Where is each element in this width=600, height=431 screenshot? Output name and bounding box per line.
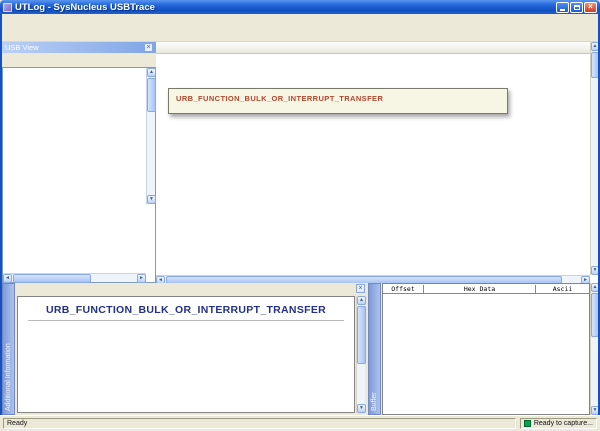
- log-table-panel: ▲ ▼ ◄ ►: [156, 42, 598, 283]
- status-ready: Ready: [3, 418, 516, 429]
- usb-view-caption: USB View ×: [2, 42, 156, 53]
- title-divider: [28, 320, 344, 321]
- title-bar[interactable]: UTLog - SysNucleus USBTrace ×: [0, 0, 600, 14]
- tree-vertical-scrollbar[interactable]: ▲ ▼: [146, 68, 155, 204]
- usb-view-close-icon[interactable]: ×: [144, 43, 153, 52]
- window-title: UTLog - SysNucleus USBTrace: [12, 2, 555, 13]
- toolbar: [2, 26, 598, 42]
- info-vertical-scrollbar[interactable]: ▲ ▼: [356, 296, 365, 413]
- minimize-button[interactable]: [556, 2, 569, 13]
- tree-horizontal-scrollbar[interactable]: ◄ ►: [3, 273, 146, 282]
- buffer-strip-label: Buffer: [371, 392, 378, 411]
- usb-view-tabs: [2, 53, 156, 67]
- app-icon: [3, 3, 12, 12]
- hex-vertical-scrollbar[interactable]: ▲ ▼: [590, 283, 598, 415]
- tooltip-title: URB_FUNCTION_BULK_OR_INTERRUPT_TRANSFER: [176, 94, 500, 103]
- device-tree: [2, 67, 156, 283]
- tree-hscroll-thumb[interactable]: [13, 274, 91, 283]
- info-panel-content: URB_FUNCTION_BULK_OR_INTERRUPT_TRANSFER: [17, 296, 355, 413]
- hex-data-header: Hex Data: [423, 285, 535, 293]
- hex-viewer: Offset Hex Data Ascii: [382, 283, 590, 415]
- additional-info-strip[interactable]: Additional Information: [2, 283, 15, 415]
- usb-view-panel: USB View × ▲ ▼ ◄ ►: [2, 42, 156, 283]
- scroll-right-icon[interactable]: ►: [137, 274, 146, 283]
- menu-bar: [2, 14, 598, 26]
- info-panel-close-icon[interactable]: ×: [356, 284, 365, 293]
- scroll-down-icon[interactable]: ▼: [147, 195, 156, 204]
- scroll-up-icon[interactable]: ▲: [147, 68, 156, 77]
- buffer-strip[interactable]: Buffer: [368, 283, 381, 415]
- buffer-panel: Buffer Offset Hex Data Ascii ▲ ▼: [368, 283, 598, 415]
- capture-state-label: Ready to capture...: [534, 420, 593, 427]
- hex-header: Offset Hex Data Ascii: [383, 284, 589, 294]
- hex-ascii-header: Ascii: [535, 285, 589, 293]
- hex-offset-header: Offset: [383, 285, 423, 293]
- log-vertical-scrollbar[interactable]: ▲ ▼: [590, 42, 598, 275]
- info-panel-title: URB_FUNCTION_BULK_OR_INTERRUPT_TRANSFER: [18, 304, 354, 316]
- info-scroll-thumb[interactable]: [357, 306, 366, 364]
- scroll-down-icon[interactable]: ▼: [357, 404, 366, 413]
- app-window: UTLog - SysNucleus USBTrace × USB View ×…: [0, 0, 600, 431]
- urb-detail-tooltip: URB_FUNCTION_BULK_OR_INTERRUPT_TRANSFER: [168, 88, 508, 114]
- capture-indicator-icon: [524, 420, 531, 427]
- status-bar: Ready Ready to capture...: [0, 415, 600, 431]
- capture-state: Ready to capture...: [520, 418, 597, 429]
- window-border-left: [0, 14, 2, 431]
- additional-info-strip-label: Additional Information: [5, 343, 12, 411]
- scroll-up-icon[interactable]: ▲: [357, 296, 366, 305]
- scroll-left-icon[interactable]: ◄: [3, 274, 12, 283]
- restore-button[interactable]: [570, 2, 583, 13]
- tree-scroll-thumb[interactable]: [147, 78, 156, 112]
- usb-view-caption-label: USB View: [5, 43, 39, 52]
- close-button[interactable]: ×: [584, 2, 597, 13]
- log-horizontal-scrollbar[interactable]: ◄ ►: [156, 275, 590, 283]
- additional-info-panel: Additional Information × URB_FUNCTION_BU…: [2, 283, 368, 415]
- log-table-header: [156, 42, 590, 54]
